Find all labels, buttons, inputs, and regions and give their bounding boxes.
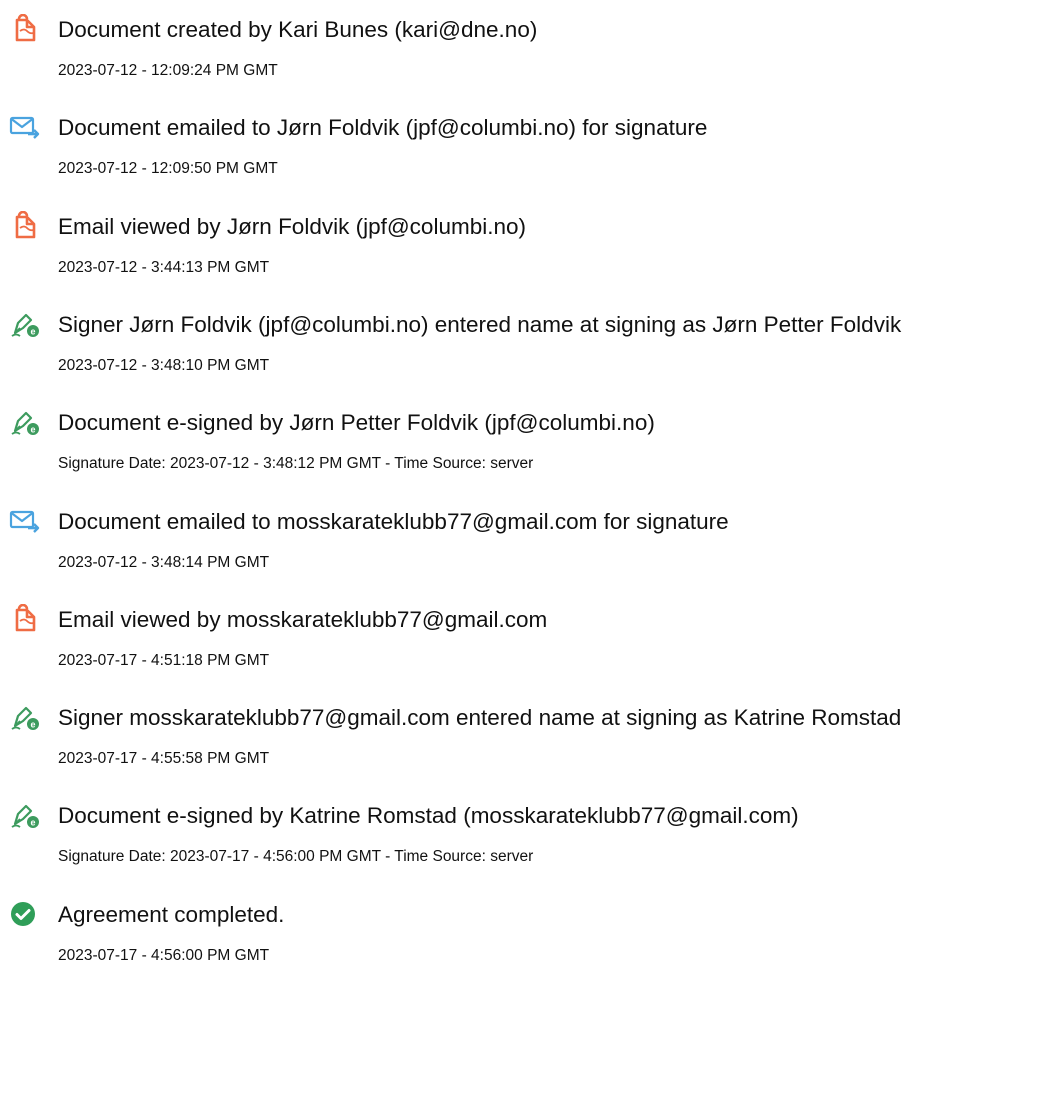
event-timestamp: 2023-07-12 - 3:48:14 PM GMT: [58, 553, 270, 571]
event-title: Document e-signed by Katrine Romstad (mo…: [58, 803, 799, 829]
event-title: Signer mosskarateklubb77@gmail.com enter…: [58, 705, 902, 731]
history-event: Email viewed by mosskarateklubb77@gmail.…: [0, 602, 1058, 692]
pen-signature-icon: e: [8, 309, 42, 339]
pen-signature-icon: e: [8, 800, 42, 830]
history-event: Document created by Kari Bunes (kari@dne…: [0, 12, 1058, 102]
history-event: Document emailed to Jørn Foldvik (jpf@co…: [0, 110, 1058, 200]
event-timestamp: Signature Date: 2023-07-12 - 3:48:12 PM …: [58, 455, 534, 473]
email-sent-icon: [8, 506, 42, 536]
event-timestamp: 2023-07-12 - 12:09:50 PM GMT: [58, 160, 278, 178]
history-event: Document emailed to mosskarateklubb77@gm…: [0, 504, 1058, 594]
event-title: Email viewed by Jørn Foldvik (jpf@columb…: [58, 213, 526, 239]
event-timestamp: 2023-07-12 - 3:44:13 PM GMT: [58, 258, 270, 276]
event-title: Document emailed to Jørn Foldvik (jpf@co…: [58, 115, 708, 141]
event-title: Document e-signed by Jørn Petter Foldvik…: [58, 410, 655, 436]
pen-signature-icon: e: [8, 407, 42, 437]
pen-signature-icon: e: [8, 702, 42, 732]
history-event: e Signer mosskarateklubb77@gmail.com ent…: [0, 700, 1058, 790]
event-timestamp: 2023-07-12 - 3:48:10 PM GMT: [58, 356, 270, 374]
event-timestamp: 2023-07-17 - 4:56:00 PM GMT: [58, 946, 270, 964]
document-created-icon: [8, 14, 42, 44]
svg-text:e: e: [30, 326, 35, 336]
document-viewed-icon: [8, 210, 42, 241]
event-timestamp: 2023-07-17 - 4:51:18 PM GMT: [58, 651, 270, 669]
history-event: Agreement completed. 2023-07-17 - 4:56:00…: [0, 897, 1058, 987]
event-title: Email viewed by mosskarateklubb77@gmail.…: [58, 606, 548, 632]
document-viewed-icon: [8, 603, 42, 634]
event-title: Agreement completed.: [58, 901, 285, 927]
svg-text:e: e: [30, 818, 35, 828]
event-title: Signer Jørn Foldvik (jpf@columbi.no) ent…: [58, 311, 902, 337]
history-event: e Document e-signed by Jørn Petter Foldv…: [0, 405, 1058, 495]
svg-text:e: e: [30, 720, 35, 730]
history-event: e Document e-signed by Katrine Romstad (…: [0, 798, 1058, 888]
history-event: e Signer Jørn Foldvik (jpf@columbi.no) e…: [0, 307, 1058, 397]
event-title: Document emailed to mosskarateklubb77@gm…: [58, 508, 729, 534]
email-sent-icon: [8, 112, 42, 142]
history-event: Email viewed by Jørn Foldvik (jpf@columb…: [0, 209, 1058, 299]
event-title: Document created by Kari Bunes (kari@dne…: [58, 17, 538, 42]
event-timestamp: 2023-07-17 - 4:55:58 PM GMT: [58, 750, 270, 768]
svg-text:e: e: [30, 425, 35, 435]
agreement-completed-icon: [8, 899, 42, 929]
event-timestamp: Signature Date: 2023-07-17 - 4:56:00 PM …: [58, 848, 534, 866]
event-timestamp: 2023-07-12 - 12:09:24 PM GMT: [58, 62, 278, 79]
